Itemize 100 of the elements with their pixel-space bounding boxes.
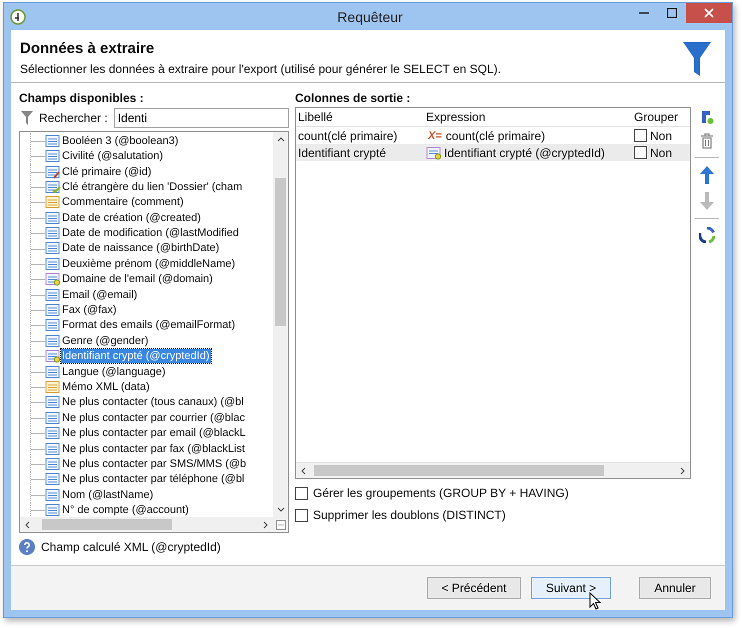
tree-item[interactable]: Ne plus contacter par téléphone (@bl (61, 472, 246, 486)
list-icon (45, 410, 61, 425)
tree-item[interactable]: Domaine de l'email (@domain) (61, 272, 214, 286)
tree-item[interactable]: Date de création (@created) (61, 210, 202, 225)
list-icon (45, 226, 61, 240)
close-button[interactable] (686, 3, 732, 23)
list-icon (45, 256, 61, 271)
list-icon (45, 149, 61, 164)
more-icon (276, 520, 286, 530)
move-up-button[interactable] (698, 164, 716, 186)
list-icon (45, 395, 61, 410)
column-header[interactable]: Libellé (296, 110, 424, 124)
trash-icon (700, 133, 714, 149)
tree-item[interactable]: Langue (@language) (61, 364, 167, 379)
search-field[interactable]: Identi (114, 108, 289, 128)
delete-button[interactable] (698, 131, 716, 151)
minimize-icon (639, 12, 649, 14)
list-icon (45, 472, 61, 486)
table-cell-text: count(clé primaire) (297, 128, 398, 142)
tree-item[interactable]: Booléen 3 (@boolean3) (61, 134, 180, 148)
scroll-left-icon (300, 466, 306, 474)
close-icon (704, 8, 714, 18)
tree-item[interactable]: N° de compte (@account) (61, 503, 190, 518)
list-icon (45, 210, 61, 225)
checkbox[interactable] (634, 129, 647, 142)
tree-item[interactable]: Ne plus contacter par courrier (@blac (61, 410, 246, 425)
list-icon (45, 318, 61, 332)
list-icon (45, 303, 61, 318)
dialog-button[interactable]: Annuler (639, 577, 711, 599)
tree-item[interactable]: Deuxième prénom (@middleName) (61, 256, 236, 271)
table-cell-text: Identifiant crypté (297, 146, 388, 160)
tree-item[interactable]: Email (@email) (61, 288, 138, 302)
page-title: Données à extraire (20, 40, 156, 57)
table-row[interactable]: Identifiant crypté Identifiant crypté (@cryptedId) Non (296, 144, 690, 161)
computed-field-icon (426, 146, 442, 160)
tree-item[interactable]: Genre (@gender) (61, 334, 150, 348)
tree-connector (30, 132, 45, 149)
checkbox-label: Supprimer les doublons (DISTINCT) (313, 508, 506, 522)
tree-item[interactable]: Ne plus contacter par SMS/MMS (@b (61, 456, 248, 471)
add-column-icon (700, 109, 714, 125)
scroll-left-icon (24, 520, 30, 529)
checkbox[interactable] (295, 486, 308, 500)
tree-item[interactable]: Date de naissance (@birthDate) (61, 241, 220, 256)
tree-item[interactable]: Date de modification (@lastModified (61, 226, 240, 240)
tree-item[interactable]: Ne plus contacter (tous canaux) (@bl (61, 395, 245, 410)
key-field-icon (45, 164, 61, 179)
formula-icon: X= (426, 130, 444, 142)
refresh-button[interactable] (697, 225, 717, 245)
checkbox-label: Non (650, 146, 672, 160)
maximize-icon (667, 8, 677, 18)
scroll-right-icon (680, 466, 686, 474)
help-icon (19, 538, 35, 555)
list-icon (45, 334, 61, 348)
vertical-scrollbar[interactable] (273, 132, 288, 518)
tree-item[interactable]: Nom (@lastName) (61, 488, 154, 502)
tree-item[interactable]: Clé primaire (@id) (61, 164, 152, 179)
list-icon (45, 364, 61, 379)
checkbox[interactable] (295, 508, 308, 522)
checkbox-label: Gérer les groupements (GROUP BY + HAVING) (313, 486, 569, 500)
dialog-button[interactable]: Suivant > (531, 577, 611, 599)
list-icon (45, 134, 61, 148)
panel-label: Colonnes de sortie : (295, 91, 412, 107)
tree-item[interactable]: Civilité (@salutation) (61, 149, 164, 164)
list-icon (45, 426, 61, 440)
checkbox[interactable] (634, 146, 647, 159)
tree-item[interactable]: Format des emails (@emailFormat) (61, 318, 236, 332)
search-label: Rechercher : (39, 111, 108, 126)
tree-item[interactable]: Clé étrangère du lien 'Dossier' (cham (61, 180, 244, 194)
scroll-up-icon (276, 136, 284, 142)
app-logo-icon (10, 8, 26, 24)
tree-item[interactable]: Commentaire (comment) (61, 195, 185, 210)
tree-item[interactable]: Ne plus contacter par fax (@blackList (61, 442, 246, 456)
tree-item[interactable]: Ne plus contacter par email (@blackL (61, 426, 247, 440)
checkbox-label: Non (650, 128, 672, 142)
tree-connector (30, 502, 45, 518)
table-cell: Identifiant crypté (@cryptedId) (444, 146, 605, 160)
window-title: Requêteur (336, 8, 404, 24)
horizontal-scrollbar[interactable] (296, 462, 690, 478)
tree-item[interactable]: Fax (@fax) (61, 303, 118, 318)
computed-field-icon (45, 349, 61, 364)
horizontal-scrollbar[interactable] (20, 517, 273, 532)
list-icon (45, 488, 61, 502)
scroll-down-icon (276, 507, 284, 514)
page-description: Sélectionner les données à extraire pour l'export (utilisé pour générer le SELECT en SQL). (20, 62, 502, 76)
column-header[interactable]: Grouper (632, 110, 690, 124)
scroll-right-icon (263, 520, 269, 529)
panel-label: Champs disponibles : (19, 91, 145, 106)
tree-item[interactable]: Mémo XML (data) (61, 380, 151, 394)
column-header[interactable]: Expression (424, 110, 632, 124)
computed-field-icon (45, 272, 61, 286)
memo-icon (45, 195, 61, 210)
table-row[interactable]: count(clé primaire) X= count(clé primaire) Non (296, 127, 690, 144)
link-field-icon (45, 180, 61, 194)
filter-icon (21, 111, 33, 126)
tree-item[interactable]: Identifiant crypté (@cryptedId) (61, 349, 211, 364)
up-arrow-icon (700, 166, 714, 184)
down-arrow-icon (700, 192, 714, 210)
dialog-button[interactable]: < Précédent (427, 577, 521, 599)
table-cell: count(clé primaire) (446, 128, 546, 142)
list-icon (45, 442, 61, 456)
